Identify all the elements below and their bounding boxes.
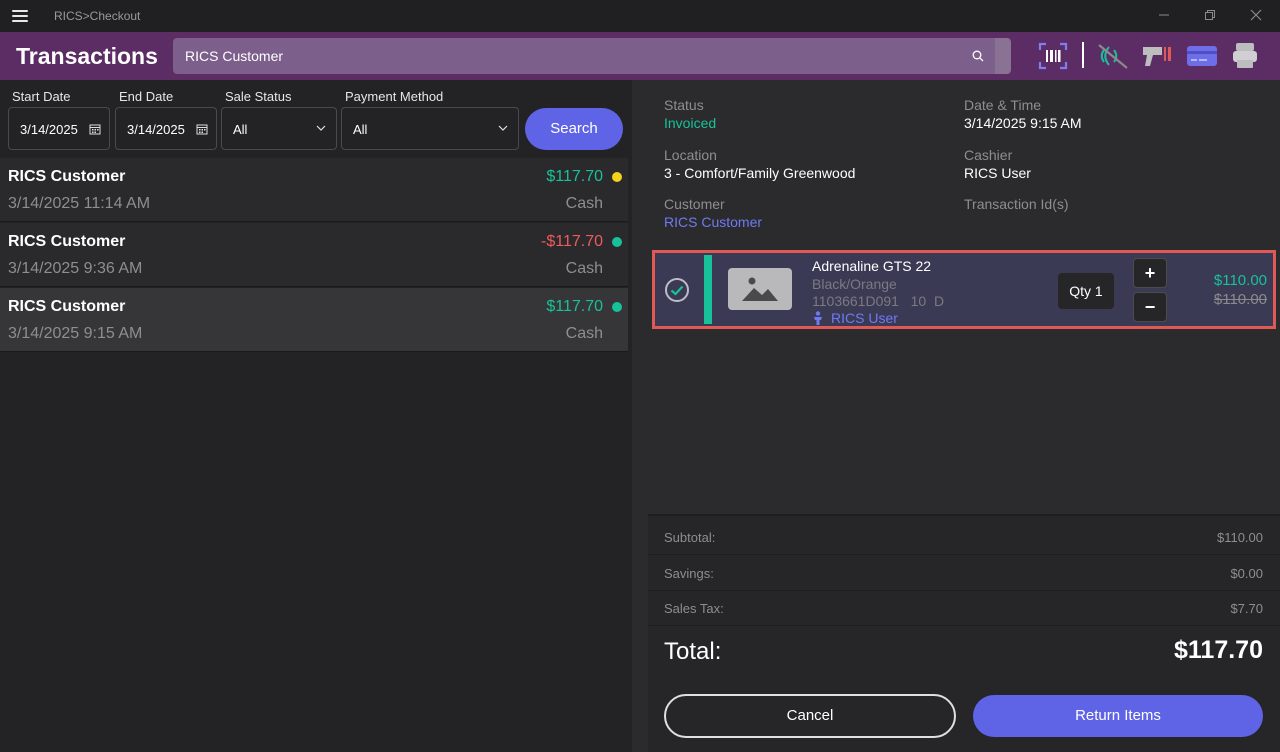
item-price: $110.00	[1213, 272, 1267, 289]
payment-method-select[interactable]: All	[341, 107, 519, 150]
transaction-list: RICS Customer 3/14/2025 11:14 AM $117.70…	[0, 158, 632, 353]
transaction-amount: $117.70	[546, 168, 603, 185]
barcode-scanner-icon[interactable]	[1038, 42, 1068, 70]
transaction-date: 3/14/2025 11:14 AM	[8, 195, 151, 212]
search-input-value: RICS Customer	[185, 48, 284, 64]
contactless-off-icon[interactable]	[1096, 42, 1130, 70]
header-bar: Transactions RICS Customer	[0, 32, 1280, 80]
credit-card-icon[interactable]	[1186, 42, 1218, 70]
calendar-icon[interactable]	[196, 123, 208, 135]
panel-divider	[632, 80, 648, 752]
subtotal-value: $110.00	[1216, 530, 1263, 545]
person-icon	[814, 311, 822, 325]
start-date-label: Start Date	[12, 89, 71, 104]
location-value: 3 - Comfort/Family Greenwood	[664, 165, 856, 181]
location-label: Location	[664, 147, 717, 163]
chevron-down-icon	[498, 125, 508, 131]
end-date-field[interactable]: 3/14/2025	[115, 107, 217, 150]
savings-value: $0.00	[1230, 566, 1263, 581]
cashier-value: RICS User	[964, 165, 1031, 181]
status-dot-icon	[612, 302, 622, 312]
status-label: Status	[664, 97, 704, 113]
customer-label: Customer	[664, 196, 725, 212]
search-input[interactable]: RICS Customer	[173, 38, 1011, 74]
search-icon[interactable]	[971, 49, 985, 63]
search-button[interactable]: Search	[525, 108, 623, 150]
check-circle-icon[interactable]	[664, 277, 690, 303]
transaction-row-selected[interactable]: RICS Customer 3/14/2025 9:15 AM $117.70 …	[0, 288, 628, 352]
savings-row: Savings: $0.00	[648, 556, 1280, 591]
start-date-field[interactable]: 3/14/2025	[8, 107, 110, 150]
end-date-value: 3/14/2025	[127, 122, 185, 137]
item-status-bar	[704, 255, 712, 324]
sale-status-select[interactable]: All	[221, 107, 337, 150]
sale-status-value: All	[233, 122, 248, 137]
app-window: RICS>Checkout Transactions RICS Customer	[0, 0, 1280, 752]
header-divider	[1082, 42, 1084, 68]
sales-tax-label: Sales Tax:	[664, 601, 724, 616]
close-icon[interactable]	[1246, 6, 1266, 26]
chevron-down-icon	[316, 125, 326, 131]
handheld-scanner-icon[interactable]	[1140, 42, 1174, 70]
transaction-payment-method: Cash	[565, 325, 603, 342]
datetime-label: Date & Time	[964, 97, 1042, 113]
receipt-printer-icon[interactable]	[1232, 42, 1258, 70]
transaction-customer: RICS Customer	[8, 298, 126, 315]
page-title: Transactions	[16, 43, 158, 69]
sales-tax-value: $7.70	[1230, 601, 1263, 616]
quantity-display[interactable]: Qty 1	[1058, 273, 1114, 309]
datetime-value: 3/14/2025 9:15 AM	[964, 115, 1082, 131]
item-salesperson[interactable]: RICS User	[831, 310, 898, 326]
increase-quantity-button[interactable]: +	[1133, 258, 1167, 288]
end-date-label: End Date	[119, 89, 174, 104]
transaction-row[interactable]: RICS Customer 3/14/2025 9:36 AM -$117.70…	[0, 223, 628, 287]
payment-method-value: All	[353, 122, 368, 137]
cancel-button[interactable]: Cancel	[664, 694, 956, 738]
start-date-value: 3/14/2025	[20, 122, 78, 137]
total-value: $117.70	[1174, 636, 1263, 664]
transaction-date: 3/14/2025 9:36 AM	[8, 260, 143, 277]
total-label: Total:	[664, 638, 722, 665]
status-dot-icon	[612, 237, 622, 247]
item-sku: 1103661D091 10 D	[812, 293, 945, 309]
transaction-date: 3/14/2025 9:15 AM	[8, 325, 143, 342]
savings-label: Savings:	[664, 566, 714, 581]
transaction-payment-method: Cash	[565, 260, 603, 277]
transaction-amount: -$117.70	[541, 233, 603, 250]
decrease-quantity-button[interactable]: −	[1133, 292, 1167, 322]
payment-method-label: Payment Method	[345, 89, 444, 104]
item-original-price: $110.00	[1213, 291, 1267, 308]
image-placeholder-icon	[728, 268, 792, 310]
transactions-panel: Start Date 3/14/2025 End Date 3/14/2025 …	[0, 80, 632, 752]
subtotal-row: Subtotal: $110.00	[648, 520, 1280, 555]
return-items-button[interactable]: Return Items	[973, 695, 1263, 737]
sale-status-label: Sale Status	[225, 89, 292, 104]
transaction-payment-method: Cash	[565, 195, 603, 212]
item-name: Adrenaline GTS 22	[812, 258, 932, 274]
app-title: RICS>Checkout	[54, 9, 141, 23]
status-value: Invoiced	[664, 115, 717, 131]
transaction-row[interactable]: RICS Customer 3/14/2025 11:14 AM $117.70…	[0, 158, 628, 222]
title-bar: RICS>Checkout	[0, 0, 1280, 32]
order-summary: Subtotal: $110.00 Savings: $0.00 Sales T…	[648, 514, 1280, 752]
transaction-customer: RICS Customer	[8, 168, 126, 185]
restore-icon[interactable]	[1200, 6, 1220, 26]
customer-link[interactable]: RICS Customer	[664, 214, 762, 230]
minimize-icon[interactable]	[1154, 6, 1174, 26]
sales-tax-row: Sales Tax: $7.70	[648, 591, 1280, 626]
transaction-details-panel: Status Invoiced Date & Time 3/14/2025 9:…	[648, 80, 1280, 752]
transaction-amount: $117.70	[546, 298, 603, 315]
status-dot-icon	[612, 172, 622, 182]
line-item-card[interactable]: Adrenaline GTS 22 Black/Orange 1103661D0…	[652, 250, 1276, 329]
item-color: Black/Orange	[812, 276, 897, 292]
hamburger-menu-icon[interactable]	[12, 10, 28, 22]
subtotal-label: Subtotal:	[664, 530, 716, 545]
cashier-label: Cashier	[964, 147, 1013, 163]
transaction-id-label: Transaction Id(s)	[964, 196, 1069, 212]
transaction-customer: RICS Customer	[8, 233, 126, 250]
calendar-icon[interactable]	[89, 123, 101, 135]
